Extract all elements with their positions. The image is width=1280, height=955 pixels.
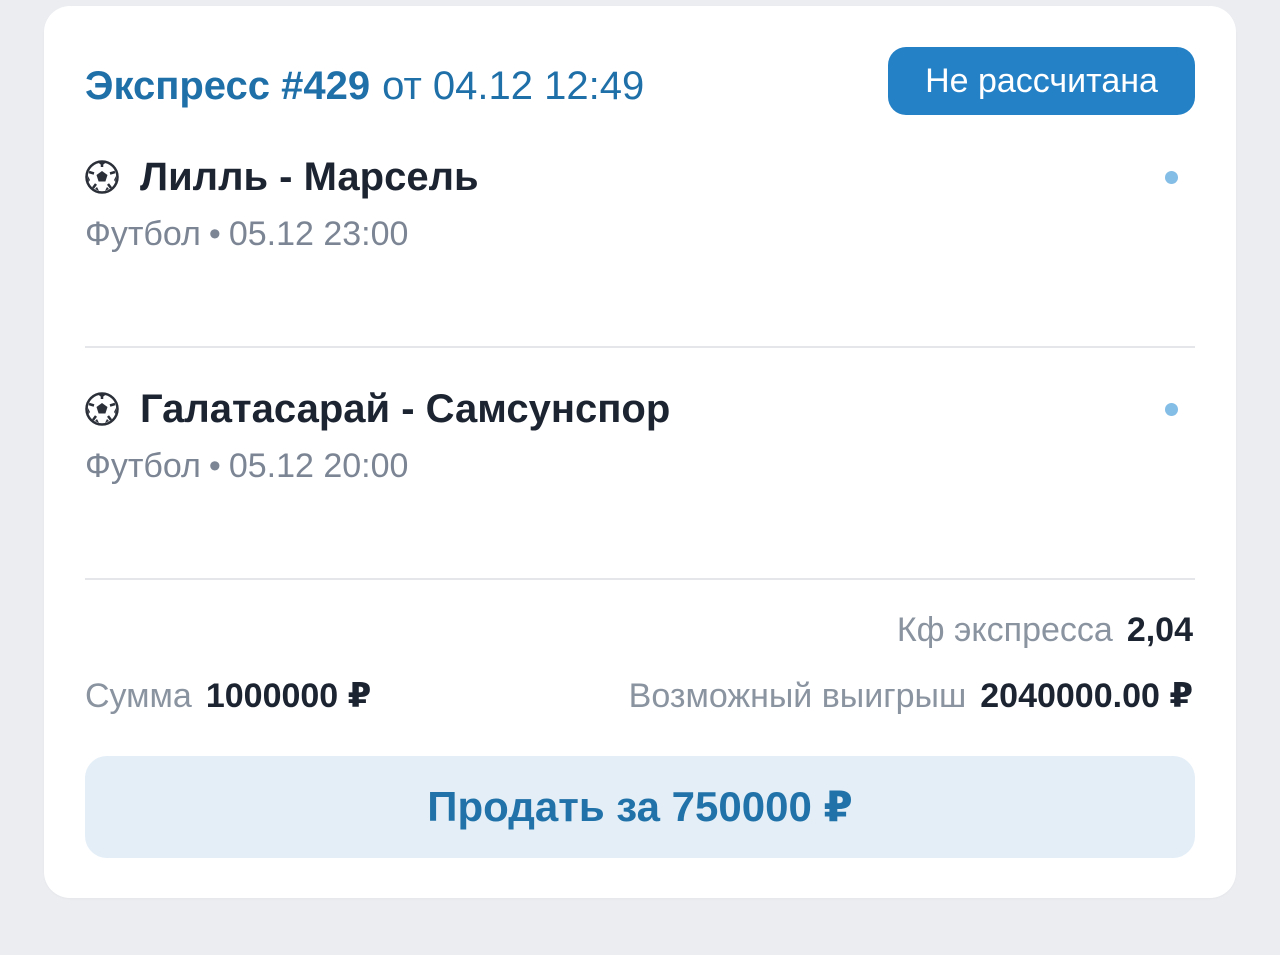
- meta-separator: •: [208, 215, 221, 253]
- coef-label: Кф экспресса: [896, 611, 1113, 649]
- event-datetime: 05.12 20:00: [228, 447, 409, 485]
- divider: [85, 346, 1195, 348]
- coefficient-row: Кф экспресса 2,04: [897, 610, 1193, 650]
- sum-label: Сумма: [85, 677, 192, 715]
- possible-win-row: Возможный выигрыш 2040000.00 ₽: [629, 676, 1193, 716]
- bet-header: Экспресс #429 от 04.12 12:49 Не рассчитан…: [85, 47, 1195, 116]
- event-item[interactable]: Галатасарай - Самсунспор Футбол • 05.12 20…: [85, 384, 1195, 485]
- soccer-ball-icon: [85, 392, 119, 426]
- soccer-ball-icon: [85, 160, 119, 194]
- event-title: Галатасарай - Самсунспор: [140, 387, 671, 431]
- sum-value: 1000000 ₽: [205, 677, 372, 715]
- event-title: Лилль - Марсель: [140, 155, 479, 199]
- event-sport: Футбол: [85, 447, 201, 485]
- event-sport: Футбол: [85, 215, 201, 253]
- bet-title: Экспресс #429 от 04.12 12:49: [85, 62, 644, 110]
- event-meta: Футбол • 05.12 20:00: [85, 446, 408, 486]
- bet-card: Экспресс #429 от 04.12 12:49 Не рассчитан…: [44, 6, 1236, 898]
- coef-value: 2,04: [1126, 611, 1193, 649]
- status-dot: [1165, 403, 1178, 416]
- divider: [85, 578, 1195, 580]
- bet-date: от 04.12 12:49: [382, 64, 645, 108]
- event-meta: Футбол • 05.12 23:00: [85, 214, 408, 254]
- stake-row: Сумма 1000000 ₽: [85, 676, 371, 716]
- win-value: 2040000.00 ₽: [980, 677, 1193, 715]
- status-badge[interactable]: Не рассчитана: [888, 47, 1195, 115]
- win-label: Возможный выигрыш: [628, 677, 967, 715]
- event-datetime: 05.12 23:00: [228, 215, 409, 253]
- bet-number: Экспресс #429: [85, 64, 371, 108]
- event-item[interactable]: Лилль - Марсель Футбол • 05.12 23:00: [85, 152, 1195, 253]
- status-dot: [1165, 171, 1178, 184]
- sell-button[interactable]: Продать за 750000 ₽: [85, 756, 1195, 858]
- meta-separator: •: [208, 447, 221, 485]
